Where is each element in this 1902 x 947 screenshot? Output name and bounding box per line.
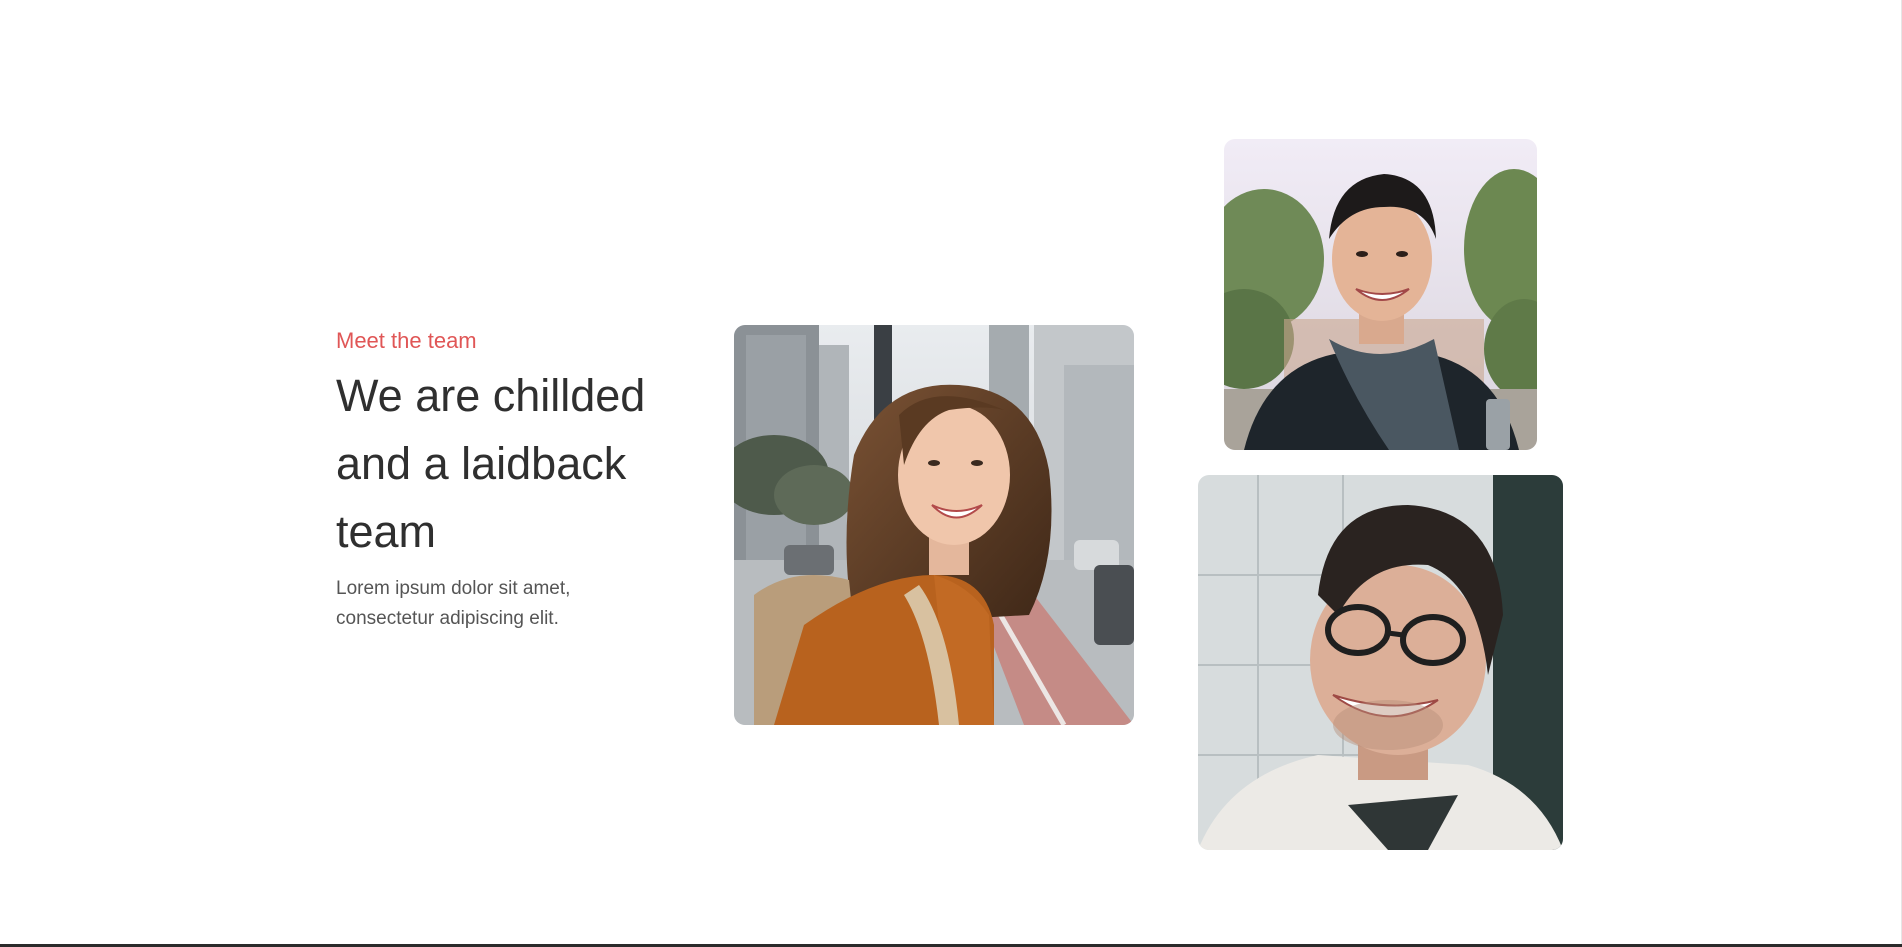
team-photo-man-scarf (1224, 139, 1537, 450)
team-photo-man-glasses (1198, 475, 1563, 850)
section-eyebrow: Meet the team (336, 328, 477, 353)
team-section: Meet the team We are chillded and a laid… (0, 0, 1902, 947)
team-intro: Meet the team We are chillded and a laid… (336, 326, 706, 634)
section-headline: We are chillded and a laidback team (336, 370, 646, 557)
section-description: Lorem ipsum dolor sit amet, consectetur … (336, 578, 571, 629)
team-photo-woman (734, 325, 1134, 725)
